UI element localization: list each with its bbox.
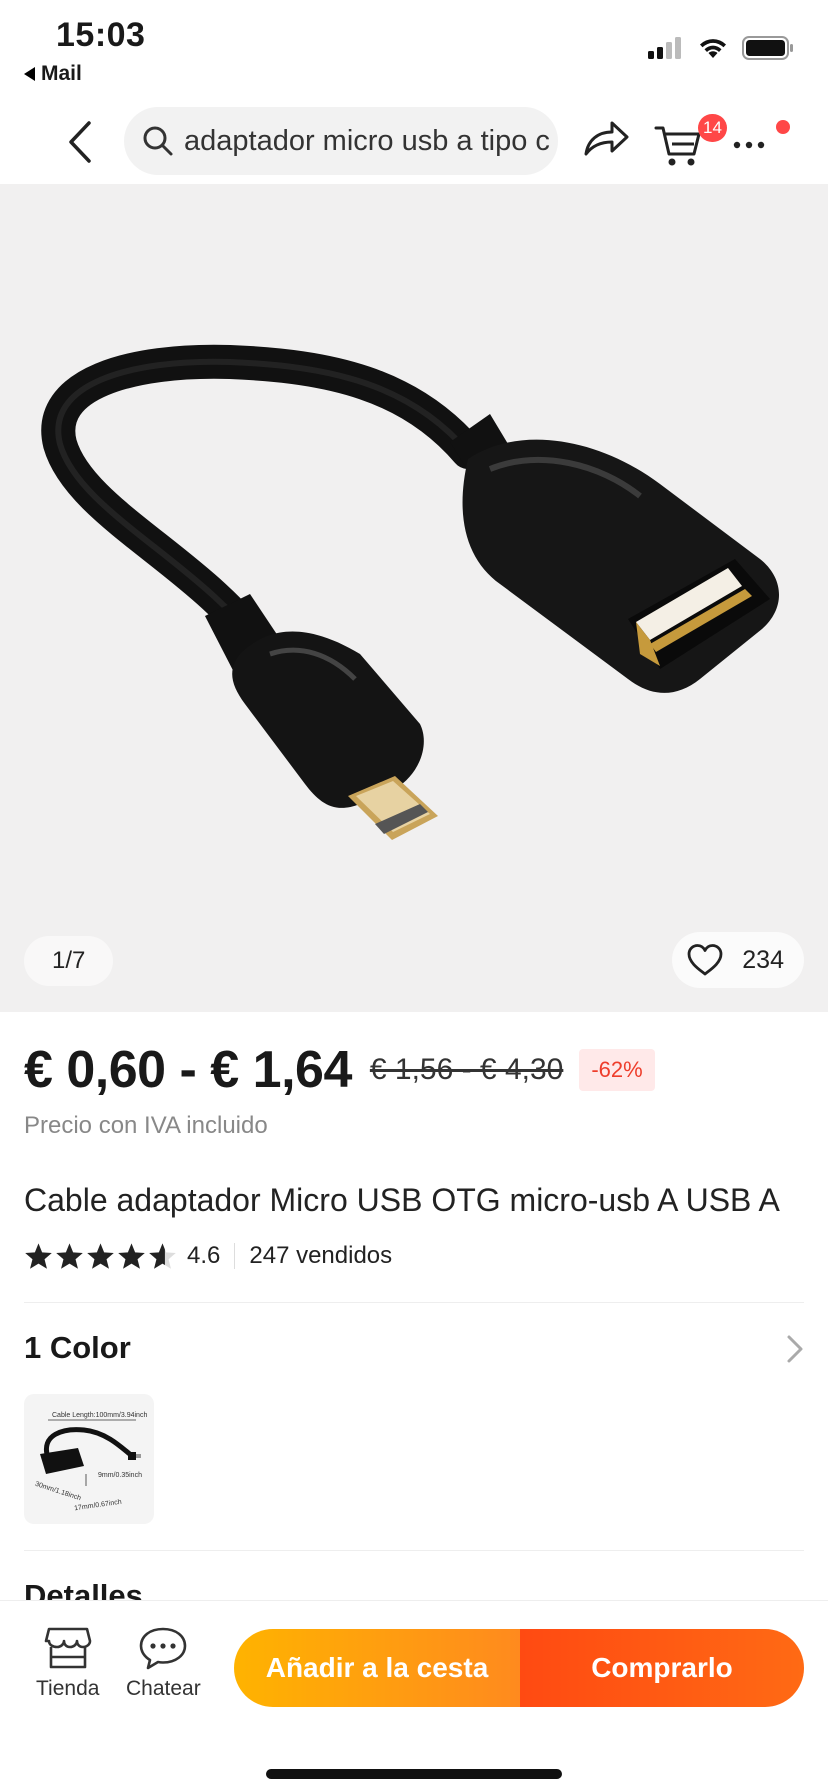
chevron-right-icon	[787, 1335, 803, 1363]
share-arrow-icon	[584, 121, 629, 156]
status-icons	[648, 36, 794, 60]
store-label: Tienda	[36, 1677, 100, 1700]
back-button[interactable]	[52, 114, 108, 170]
variant-chevron[interactable]	[786, 1334, 804, 1369]
rating-stars	[24, 1242, 177, 1270]
price-row: € 0,60 - € 1,64 € 1,56 - € 4,30 -62%	[24, 1036, 814, 1104]
wishlist-count: 234	[742, 945, 784, 974]
divider	[24, 1302, 804, 1303]
share-button[interactable]	[582, 118, 630, 165]
battery-icon	[742, 36, 793, 60]
home-indicator[interactable]	[266, 1769, 562, 1779]
top-nav: adaptador micro usb a tipo c 14	[0, 100, 828, 184]
notification-dot	[776, 120, 790, 134]
image-counter: 1/7	[24, 936, 114, 986]
back-triangle-icon	[24, 67, 35, 81]
cta-group: Añadir a la cesta Comprarlo	[234, 1629, 804, 1707]
wishlist-button[interactable]: 234	[672, 932, 804, 988]
status-time: 15:03	[56, 16, 146, 54]
price-range: € 0,60 - € 1,64	[24, 1041, 352, 1099]
chat-button[interactable]: Chatear	[126, 1625, 201, 1701]
more-options-button[interactable]	[730, 120, 790, 160]
back-app-label: Mail	[41, 62, 82, 85]
buy-now-button[interactable]: Comprarlo	[520, 1629, 804, 1707]
search-icon	[143, 126, 173, 156]
search-query: adaptador micro usb a tipo c	[184, 124, 550, 157]
cart-count-badge: 14	[698, 114, 727, 142]
cart-button[interactable]: 14	[654, 114, 727, 170]
add-to-cart-button[interactable]: Añadir a la cesta	[234, 1629, 520, 1707]
store-icon	[44, 1627, 92, 1669]
wifi-icon	[700, 39, 726, 58]
more-dots-icon	[733, 141, 765, 149]
thumb-dim-label: 9mm/0.35inch	[98, 1472, 142, 1479]
thumb-length-label: Cable Length:100mm/3.94inch	[52, 1412, 148, 1419]
star-icon	[118, 1243, 145, 1269]
divider	[24, 1550, 804, 1551]
star-icon	[25, 1243, 52, 1269]
star-icon	[87, 1243, 114, 1269]
heart-icon	[687, 944, 723, 976]
search-bar[interactable]: adaptador micro usb a tipo c	[124, 107, 558, 175]
star-icon	[56, 1243, 83, 1269]
color-variant-thumbnail[interactable]: Cable Length:100mm/3.94inch 9mm/0.35inch…	[24, 1394, 154, 1524]
discount-badge: -62%	[579, 1049, 655, 1091]
product-image-gallery[interactable]: 1/7 234	[0, 184, 828, 1012]
sold-count: 247 vendidos	[249, 1242, 393, 1269]
chevron-left-icon	[69, 121, 91, 163]
status-bar: 15:03 Mail	[0, 0, 828, 100]
rating-value: 4.6	[187, 1242, 221, 1269]
chat-bubble-icon	[140, 1627, 187, 1670]
rating-row[interactable]: 4.6 247 vendidos	[24, 1236, 392, 1276]
cart-icon	[654, 126, 701, 166]
product-image	[41, 344, 780, 840]
vat-note: Precio con IVA incluido	[24, 1112, 268, 1139]
store-button[interactable]: Tienda	[36, 1625, 99, 1701]
bottom-action-bar: Tienda Chatear Añadir a la cesta Comprar…	[0, 1600, 828, 1792]
rating-separator	[234, 1243, 236, 1269]
variant-section-title[interactable]: 1 Color	[24, 1330, 131, 1366]
chat-label: Chatear	[126, 1677, 201, 1700]
cellular-signal-icon	[648, 37, 681, 59]
half-star-icon	[149, 1243, 176, 1269]
product-title: Cable adaptador Micro USB OTG micro-usb …	[24, 1182, 780, 1218]
original-price: € 1,56 - € 4,30	[369, 1053, 564, 1086]
back-to-mail-link[interactable]: Mail	[24, 62, 82, 86]
